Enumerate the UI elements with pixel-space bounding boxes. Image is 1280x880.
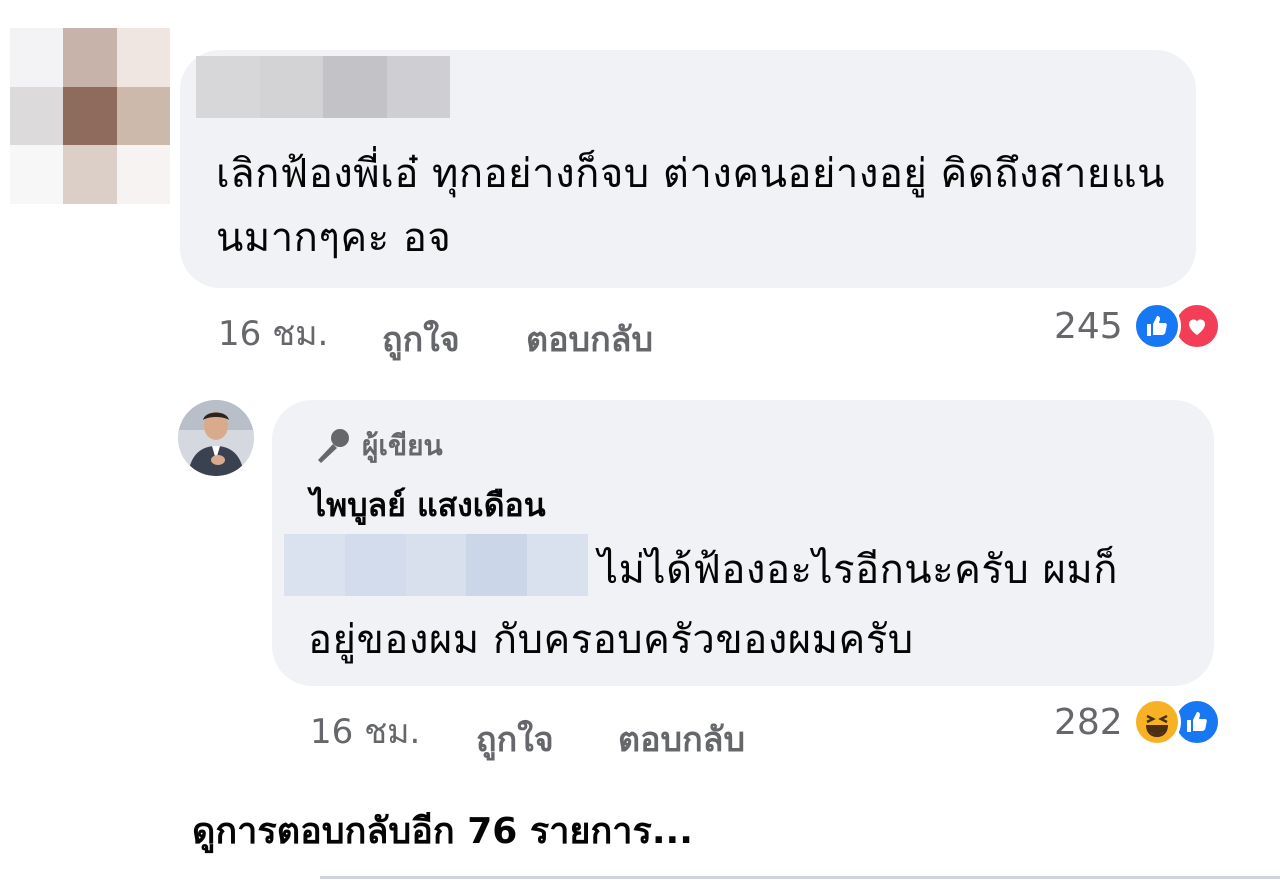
author-name[interactable]: ไพบูลย์ แสงเดือน [310, 480, 546, 531]
divider [320, 876, 1280, 879]
author-avatar[interactable] [178, 400, 254, 476]
author-badge: ผู้เขียน [312, 424, 443, 468]
comment-text: เลิกฟ้องพี่เอ๋ ทุกอย่างก็จบ ต่างคนอย่างอ… [216, 151, 1165, 261]
reaction-summary[interactable]: 245 [1054, 302, 1221, 350]
reply-button[interactable]: ตอบกลับ [526, 312, 653, 366]
reply-timestamp[interactable]: 16 ชม. [310, 704, 420, 758]
reply-text-line2: อยู่ของผม กับครอบครัวของผมครับ [308, 617, 914, 663]
commenter-name-blurred[interactable] [196, 56, 450, 118]
reply-reaction-count: 282 [1054, 701, 1123, 743]
like-icon [1132, 302, 1181, 350]
comment-timestamp[interactable]: 16 ชม. [218, 306, 328, 360]
reply-reaction-summary[interactable]: 282 [1054, 698, 1221, 746]
reply-reply-button[interactable]: ตอบกลับ [618, 712, 745, 766]
reply-like-button[interactable]: ถูกใจ [476, 712, 554, 766]
microphone-icon [318, 429, 349, 463]
tagged-name-blurred[interactable] [284, 534, 588, 596]
view-more-replies-link[interactable]: ดูการตอบกลับอีก 76 รายการ... [192, 802, 693, 859]
reaction-count: 245 [1054, 305, 1123, 347]
commenter-avatar-blurred[interactable] [10, 28, 170, 204]
author-badge-label: ผู้เขียน [362, 429, 443, 462]
reply-text-line1: ไม่ได้ฟ้องอะไรอีกนะครับ ผมก็ [598, 547, 1119, 593]
cutoff-content [380, 0, 1280, 6]
haha-icon [1132, 698, 1181, 746]
like-button[interactable]: ถูกใจ [382, 312, 460, 366]
